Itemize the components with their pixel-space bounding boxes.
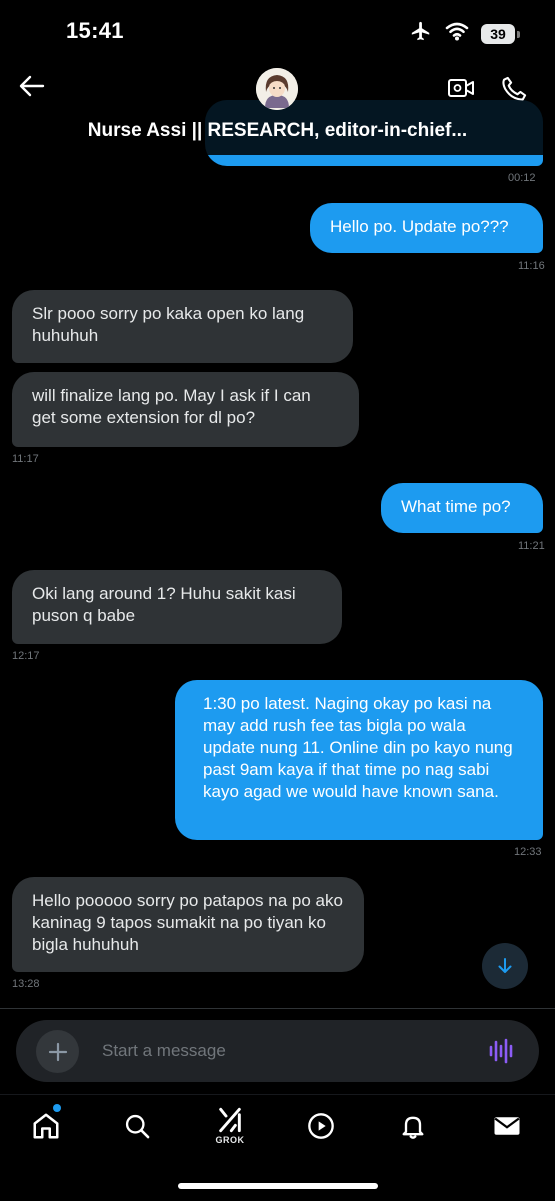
message-timestamp: 11:17 — [12, 453, 39, 465]
arrow-left-icon — [19, 75, 45, 97]
wifi-icon — [445, 21, 469, 46]
scroll-to-bottom-button[interactable] — [482, 943, 528, 989]
phone-icon — [502, 76, 527, 101]
battery-icon: 39 — [481, 23, 520, 44]
tab-grok[interactable] — [210, 1100, 250, 1140]
message-timestamp: 11:16 — [518, 260, 545, 272]
message-bubble-incoming[interactable]: Oki lang around 1? Huhu sakit kasi puson… — [12, 570, 342, 644]
message-bubble-incoming[interactable]: will finalize lang po. May I ask if I ca… — [12, 372, 359, 447]
tab-search[interactable] — [117, 1106, 157, 1146]
airplane-mode-icon — [409, 20, 433, 47]
envelope-icon — [494, 1117, 520, 1135]
message-bubble-outgoing[interactable]: Hello po. Update po??? — [310, 203, 543, 253]
message-bubble-incoming[interactable]: Hello pooooo sorry po patapos na po ako … — [12, 877, 364, 972]
bell-icon — [402, 1116, 424, 1139]
grok-label: GROK — [215, 1135, 245, 1145]
tab-notifications[interactable] — [393, 1106, 433, 1146]
home-indicator — [178, 1183, 378, 1189]
message-timestamp: 12:33 — [514, 846, 542, 858]
message-timestamp: 00:12 — [508, 172, 536, 184]
voice-call-button[interactable] — [500, 75, 528, 108]
notification-dot — [53, 1104, 61, 1112]
video-camera-icon — [448, 79, 474, 97]
status-icons: 39 — [409, 20, 520, 47]
status-time: 15:41 — [66, 18, 124, 43]
message-bubble-incoming[interactable]: Slr pooo sorry po kaka open ko lang huhu… — [12, 290, 353, 363]
voice-message-button[interactable] — [488, 1038, 516, 1069]
play-circle-icon — [308, 1113, 334, 1139]
arrow-down-icon — [498, 958, 512, 973]
tab-home[interactable] — [26, 1106, 66, 1146]
message-timestamp: 13:28 — [12, 978, 40, 990]
add-attachment-button[interactable] — [36, 1030, 79, 1073]
message-input[interactable] — [16, 1020, 539, 1082]
home-icon — [33, 1113, 59, 1139]
tab-messages[interactable] — [487, 1106, 527, 1146]
conversation-title[interactable]: Nurse Assi || RESEARCH, editor-in-chief.… — [0, 120, 555, 142]
tab-video[interactable] — [301, 1106, 341, 1146]
message-timestamp: 12:17 — [12, 650, 40, 662]
message-bubble-outgoing[interactable]: What time po? — [381, 483, 543, 533]
search-icon — [125, 1114, 150, 1139]
message-input-placeholder[interactable]: Start a message — [102, 1041, 226, 1061]
audio-waveform-icon — [489, 1038, 513, 1064]
message-bubble-outgoing[interactable]: 1:30 po latest. Naging okay po kasi na m… — [175, 680, 543, 840]
video-call-button[interactable] — [447, 76, 475, 105]
message-timestamp: 11:21 — [518, 540, 545, 552]
avatar[interactable] — [256, 68, 298, 110]
back-button[interactable] — [18, 72, 46, 100]
grok-icon — [219, 1107, 241, 1133]
plus-icon — [48, 1042, 67, 1061]
